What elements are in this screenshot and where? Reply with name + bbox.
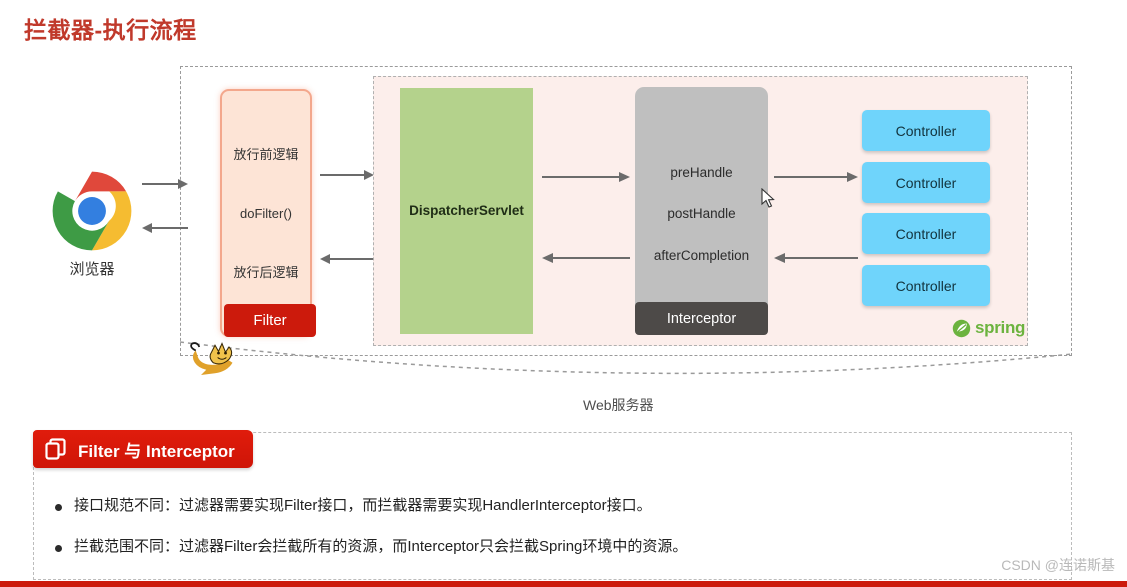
footer-bar [0, 581, 1127, 587]
csdn-watermark: CSDN @连诺斯基 [1001, 557, 1115, 573]
filter-dofilter-label: doFilter() [239, 206, 292, 221]
bullet-dot-icon [55, 504, 62, 511]
filter-after-logic: 放行后逻辑 [233, 265, 299, 280]
slide-root: 拦截器-执行流程 Web服务器 浏览器 放行前逻辑 doFilter() 放行后… [0, 0, 1127, 587]
browser-label: 浏览器 [69, 261, 115, 278]
interceptor-box: preHandle postHandle afterCompletion Int… [635, 87, 768, 335]
controller-box: Controller [862, 162, 990, 203]
web-server-label: Web服务器 [583, 397, 654, 413]
spring-logo-text: spring [975, 318, 1026, 337]
interceptor-posthandle-label: postHandle [667, 206, 736, 221]
list-item: 接口规范不同：过滤器需要实现Filter接口，而拦截器需要实现HandlerIn… [55, 496, 1055, 516]
mouse-cursor [761, 188, 775, 208]
dispatcher-servlet-label: DispatcherServlet [409, 203, 524, 218]
spring-leaf-icon [952, 319, 971, 337]
filter-tag: Filter [224, 304, 316, 337]
bullet-text: 拦截范围不同：过滤器Filter会拦截所有的资源，而Interceptor只会拦… [74, 538, 688, 556]
controller-box: Controller [862, 213, 990, 254]
bullet-list: 接口规范不同：过滤器需要实现Filter接口，而拦截器需要实现HandlerIn… [55, 496, 1055, 579]
interceptor-prehandle-label: preHandle [670, 165, 733, 180]
filter-box: 放行前逻辑 doFilter() 放行后逻辑 [220, 89, 312, 337]
bullet-dot-icon [55, 545, 62, 553]
page-title: 拦截器-执行流程 [24, 17, 197, 43]
section-banner-title: Filter 与 Interceptor [78, 441, 235, 461]
interceptor-aftercompletion-label: afterCompletion [653, 248, 750, 263]
controller-box: Controller [862, 110, 990, 151]
controller-box: Controller [862, 265, 990, 306]
section-banner: Filter 与 Interceptor [33, 430, 253, 468]
list-item: 拦截范围不同：过滤器Filter会拦截所有的资源，而Interceptor只会拦… [55, 537, 1055, 557]
spring-logo: spring [952, 318, 1025, 338]
browser-node: 浏览器 [47, 170, 137, 279]
filter-before-logic: 放行前逻辑 [233, 147, 299, 162]
tomcat-icon [190, 342, 233, 375]
chrome-icon [52, 171, 132, 251]
interceptor-tag: Interceptor [635, 302, 768, 335]
bullet-text: 接口规范不同：过滤器需要实现Filter接口，而拦截器需要实现HandlerIn… [74, 497, 652, 514]
windows-cards-icon [45, 437, 66, 460]
